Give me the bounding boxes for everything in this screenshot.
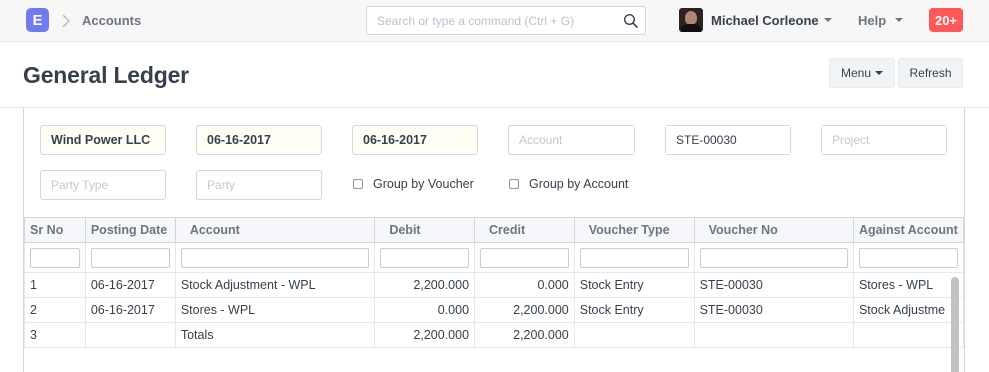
grid-header: Sr No Posting Date Account Debit Credit … xyxy=(24,217,964,243)
table-cell[interactable]: Stock Adjustme xyxy=(852,297,964,323)
table-cell[interactable]: 3 xyxy=(24,322,86,348)
ledger-grid: Sr No Posting Date Account Debit Credit … xyxy=(24,217,964,372)
project-field[interactable]: Project xyxy=(821,125,947,155)
table-cell[interactable]: 1 xyxy=(24,272,86,298)
navbar: E Accounts Michael Corleone Help 20+ xyxy=(0,0,989,42)
column-filter-input[interactable] xyxy=(858,247,958,268)
table-cell[interactable]: 2 xyxy=(24,297,86,323)
table-cell[interactable]: Stock Entry xyxy=(573,297,695,323)
group-by-account-checkbox[interactable]: Group by Account xyxy=(509,177,628,191)
voucher-no-field[interactable]: STE-00030 xyxy=(665,125,791,155)
column-filter-input[interactable] xyxy=(30,247,80,268)
column-filter-input[interactable] xyxy=(579,247,689,268)
column-header[interactable]: Voucher No xyxy=(693,217,854,243)
party-field[interactable]: Party xyxy=(196,170,322,200)
column-filter-input[interactable] xyxy=(699,247,848,268)
breadcrumb-accounts[interactable]: Accounts xyxy=(82,13,141,28)
table-cell[interactable]: Stock Entry xyxy=(573,272,695,298)
table-cell[interactable]: 2,200.000 xyxy=(374,272,476,298)
checkbox-box[interactable] xyxy=(353,179,363,189)
column-header[interactable]: Debit xyxy=(374,217,476,243)
help-menu[interactable]: Help xyxy=(858,13,886,28)
column-filter-input[interactable] xyxy=(480,247,569,268)
awesome-bar[interactable] xyxy=(366,6,646,35)
menu-button-label: Menu xyxy=(840,66,872,80)
table-cell[interactable]: 2,200.000 xyxy=(474,322,575,348)
table-cell[interactable]: Stores - WPL xyxy=(174,297,376,323)
menu-button[interactable]: Menu xyxy=(829,58,895,88)
table-cell[interactable] xyxy=(84,322,176,348)
column-header[interactable]: Against Account xyxy=(852,217,964,243)
user-menu[interactable]: Michael Corleone xyxy=(711,13,819,28)
column-filter-input[interactable] xyxy=(380,247,470,268)
checkbox-box[interactable] xyxy=(509,179,519,189)
group-by-account-label: Group by Account xyxy=(529,177,629,191)
to-date-field[interactable]: 06-16-2017 xyxy=(352,125,478,155)
column-header[interactable]: Posting Date xyxy=(84,217,176,243)
table-cell[interactable] xyxy=(852,322,964,348)
table-cell[interactable]: 06-16-2017 xyxy=(84,297,176,323)
column-header[interactable]: Sr No xyxy=(24,217,86,243)
table-cell[interactable]: Totals xyxy=(174,322,376,348)
table-row[interactable]: 1 06-16-2017 Stock Adjustment - WPL 2,20… xyxy=(24,272,964,298)
table-row[interactable]: 2 06-16-2017 Stores - WPL 0.000 2,200.00… xyxy=(24,297,964,323)
group-by-voucher-checkbox[interactable]: Group by Voucher xyxy=(353,177,474,191)
search-icon[interactable] xyxy=(623,13,639,29)
page-title: General Ledger xyxy=(23,62,189,88)
table-cell[interactable]: STE-00030 xyxy=(693,272,854,298)
table-cell[interactable] xyxy=(693,322,854,348)
chevron-right-icon xyxy=(62,14,71,28)
table-cell[interactable]: 2,200.000 xyxy=(374,322,476,348)
column-header[interactable]: Account xyxy=(174,217,376,243)
chevron-down-icon xyxy=(875,71,884,75)
vertical-scrollbar[interactable] xyxy=(951,277,959,372)
search-input[interactable] xyxy=(367,7,617,34)
account-field[interactable]: Account xyxy=(508,125,635,155)
company-field[interactable]: Wind Power LLC xyxy=(40,125,166,155)
table-cell[interactable]: Stock Adjustment - WPL xyxy=(174,272,376,298)
table-cell[interactable] xyxy=(573,322,695,348)
table-cell[interactable]: 2,200.000 xyxy=(474,297,575,323)
group-by-voucher-label: Group by Voucher xyxy=(373,177,474,191)
column-filter-input[interactable] xyxy=(180,247,370,268)
column-header[interactable]: Credit xyxy=(474,217,575,243)
totals-row[interactable]: 3 Totals 2,200.000 2,200.000 xyxy=(24,322,964,348)
notifications-badge[interactable]: 20+ xyxy=(929,8,963,32)
app-logo[interactable]: E xyxy=(26,8,49,32)
from-date-field[interactable]: 06-16-2017 xyxy=(196,125,322,155)
table-cell[interactable]: 0.000 xyxy=(474,272,575,298)
table-cell[interactable]: 0.000 xyxy=(374,297,476,323)
table-cell[interactable]: Stores - WPL xyxy=(852,272,964,298)
column-header[interactable]: Voucher Type xyxy=(573,217,695,243)
chevron-down-icon[interactable] xyxy=(824,18,832,22)
table-cell[interactable]: STE-00030 xyxy=(693,297,854,323)
table-cell[interactable]: 06-16-2017 xyxy=(84,272,176,298)
chevron-down-icon[interactable] xyxy=(895,18,903,22)
column-filter-row xyxy=(24,242,964,273)
column-filter-input[interactable] xyxy=(90,247,170,268)
avatar[interactable] xyxy=(679,8,703,32)
refresh-button[interactable]: Refresh xyxy=(898,58,963,88)
party-type-field[interactable]: Party Type xyxy=(40,170,166,200)
